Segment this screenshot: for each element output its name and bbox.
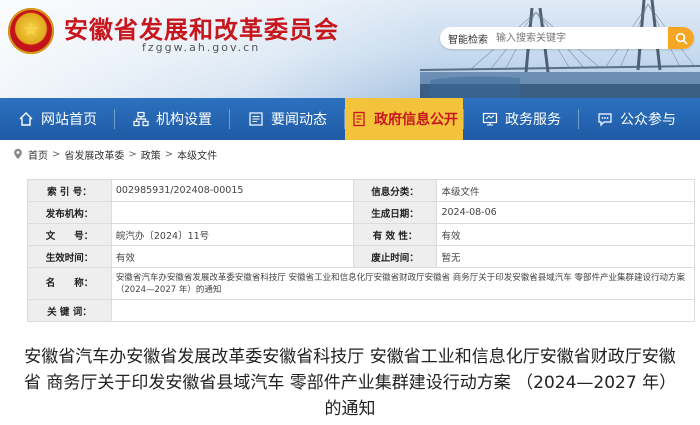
search-box: 智能检索 xyxy=(440,27,694,49)
breadcrumb-home[interactable]: 首页 xyxy=(28,147,48,162)
breadcrumb-local-docs[interactable]: 本级文件 xyxy=(177,147,217,162)
keywords-value xyxy=(110,299,696,322)
nav-home[interactable]: 网站首页 xyxy=(0,98,114,140)
breadcrumb-policy[interactable]: 政策 xyxy=(141,147,161,162)
table-row: 发布机构： 生成日期： 2024-08-06 xyxy=(27,201,695,224)
doc-no-value: 皖汽办〔2024〕11号 xyxy=(110,223,354,246)
doc-no-label: 文 号： xyxy=(27,223,112,246)
issuer-label: 发布机构： xyxy=(27,201,112,224)
smart-search-label[interactable]: 智能检索 xyxy=(448,31,488,46)
repeal-value: 暂无 xyxy=(436,245,695,268)
issuer-value xyxy=(110,201,354,224)
nav-gov-info-label: 政府信息公开 xyxy=(374,112,458,128)
national-emblem-logo: ★ xyxy=(8,8,54,54)
chat-icon xyxy=(596,110,614,128)
name-label: 名 称： xyxy=(27,267,112,300)
search-input[interactable] xyxy=(496,30,656,46)
table-row: 生效时间： 有效 废止时间： 暂无 xyxy=(27,245,695,268)
keywords-label: 关 键 词： xyxy=(27,299,112,322)
search-icon xyxy=(675,32,688,45)
docs-icon xyxy=(350,110,368,128)
nav-news-label: 要闻动态 xyxy=(271,112,327,128)
service-icon xyxy=(481,110,499,128)
document-info-table: 索 引 号： 002985931/202408-00015 信息分类： 本级文件… xyxy=(27,179,696,322)
table-row: 文 号： 皖汽办〔2024〕11号 有 效 性： 有效 xyxy=(27,223,695,246)
nav-news[interactable]: 要闻动态 xyxy=(230,98,344,140)
site-domain: fzggw.ah.gov.cn xyxy=(142,41,261,54)
breadcrumb-ndrc[interactable]: 省发展改革委 xyxy=(64,147,124,162)
date-value: 2024-08-06 xyxy=(436,201,695,224)
site-title: 安徽省发展和改革委员会 xyxy=(64,16,339,44)
table-row: 关 键 词： xyxy=(27,299,696,322)
validity-label: 有 效 性： xyxy=(352,223,438,246)
nav-org-label: 机构设置 xyxy=(156,112,212,128)
org-icon xyxy=(132,110,150,128)
repeal-label: 废止时间： xyxy=(352,245,438,268)
nav-home-label: 网站首页 xyxy=(41,112,97,128)
nav-public-label: 公众参与 xyxy=(620,112,676,128)
document-title: 安徽省汽车办安徽省发展改革委安徽省科技厅 安徽省工业和信息化厅安徽省财政厅安徽省… xyxy=(23,347,677,419)
news-icon xyxy=(247,110,265,128)
table-row: 索 引 号： 002985931/202408-00015 信息分类： 本级文件 xyxy=(27,179,695,202)
date-label: 生成日期： xyxy=(352,201,438,224)
nav-public[interactable]: 公众参与 xyxy=(579,98,693,140)
validity-value: 有效 xyxy=(436,223,695,246)
location-pin-icon xyxy=(14,148,22,160)
nav-gov-info[interactable]: 政府信息公开 xyxy=(345,98,463,140)
index-no-value: 002985931/202408-00015 xyxy=(110,179,354,202)
breadcrumb-separator: > xyxy=(52,148,61,160)
effective-value: 有效 xyxy=(110,245,354,268)
effective-label: 生效时间： xyxy=(27,245,112,268)
breadcrumb-separator: > xyxy=(164,148,174,160)
home-icon xyxy=(17,110,35,128)
table-row: 名 称： 安徽省汽车办安徽省发展改革委安徽省科技厅 安徽省工业和信息化厅安徽省财… xyxy=(27,267,696,300)
nav-service[interactable]: 政务服务 xyxy=(464,98,578,140)
breadcrumb: 首页 > 省发展改革委 > 政策 > 本级文件 xyxy=(12,147,217,162)
category-value: 本级文件 xyxy=(436,179,695,202)
nav-org[interactable]: 机构设置 xyxy=(115,98,229,140)
search-button[interactable] xyxy=(668,27,694,49)
name-value: 安徽省汽车办安徽省发展改革委安徽省科技厅 安徽省工业和信息化厅安徽省财政厅安徽省… xyxy=(110,267,696,300)
index-no-label: 索 引 号： xyxy=(27,179,112,202)
breadcrumb-separator: > xyxy=(128,148,137,160)
site-header: ★ 安徽省发展和改革委员会 fzggw.ah.gov.cn 智能检索 xyxy=(0,0,700,98)
category-label: 信息分类： xyxy=(352,179,438,202)
nav-service-label: 政务服务 xyxy=(505,112,561,128)
main-nav: 网站首页 机构设置 要闻动态 政府信息公开 政务服务 公众参与 xyxy=(0,98,700,140)
